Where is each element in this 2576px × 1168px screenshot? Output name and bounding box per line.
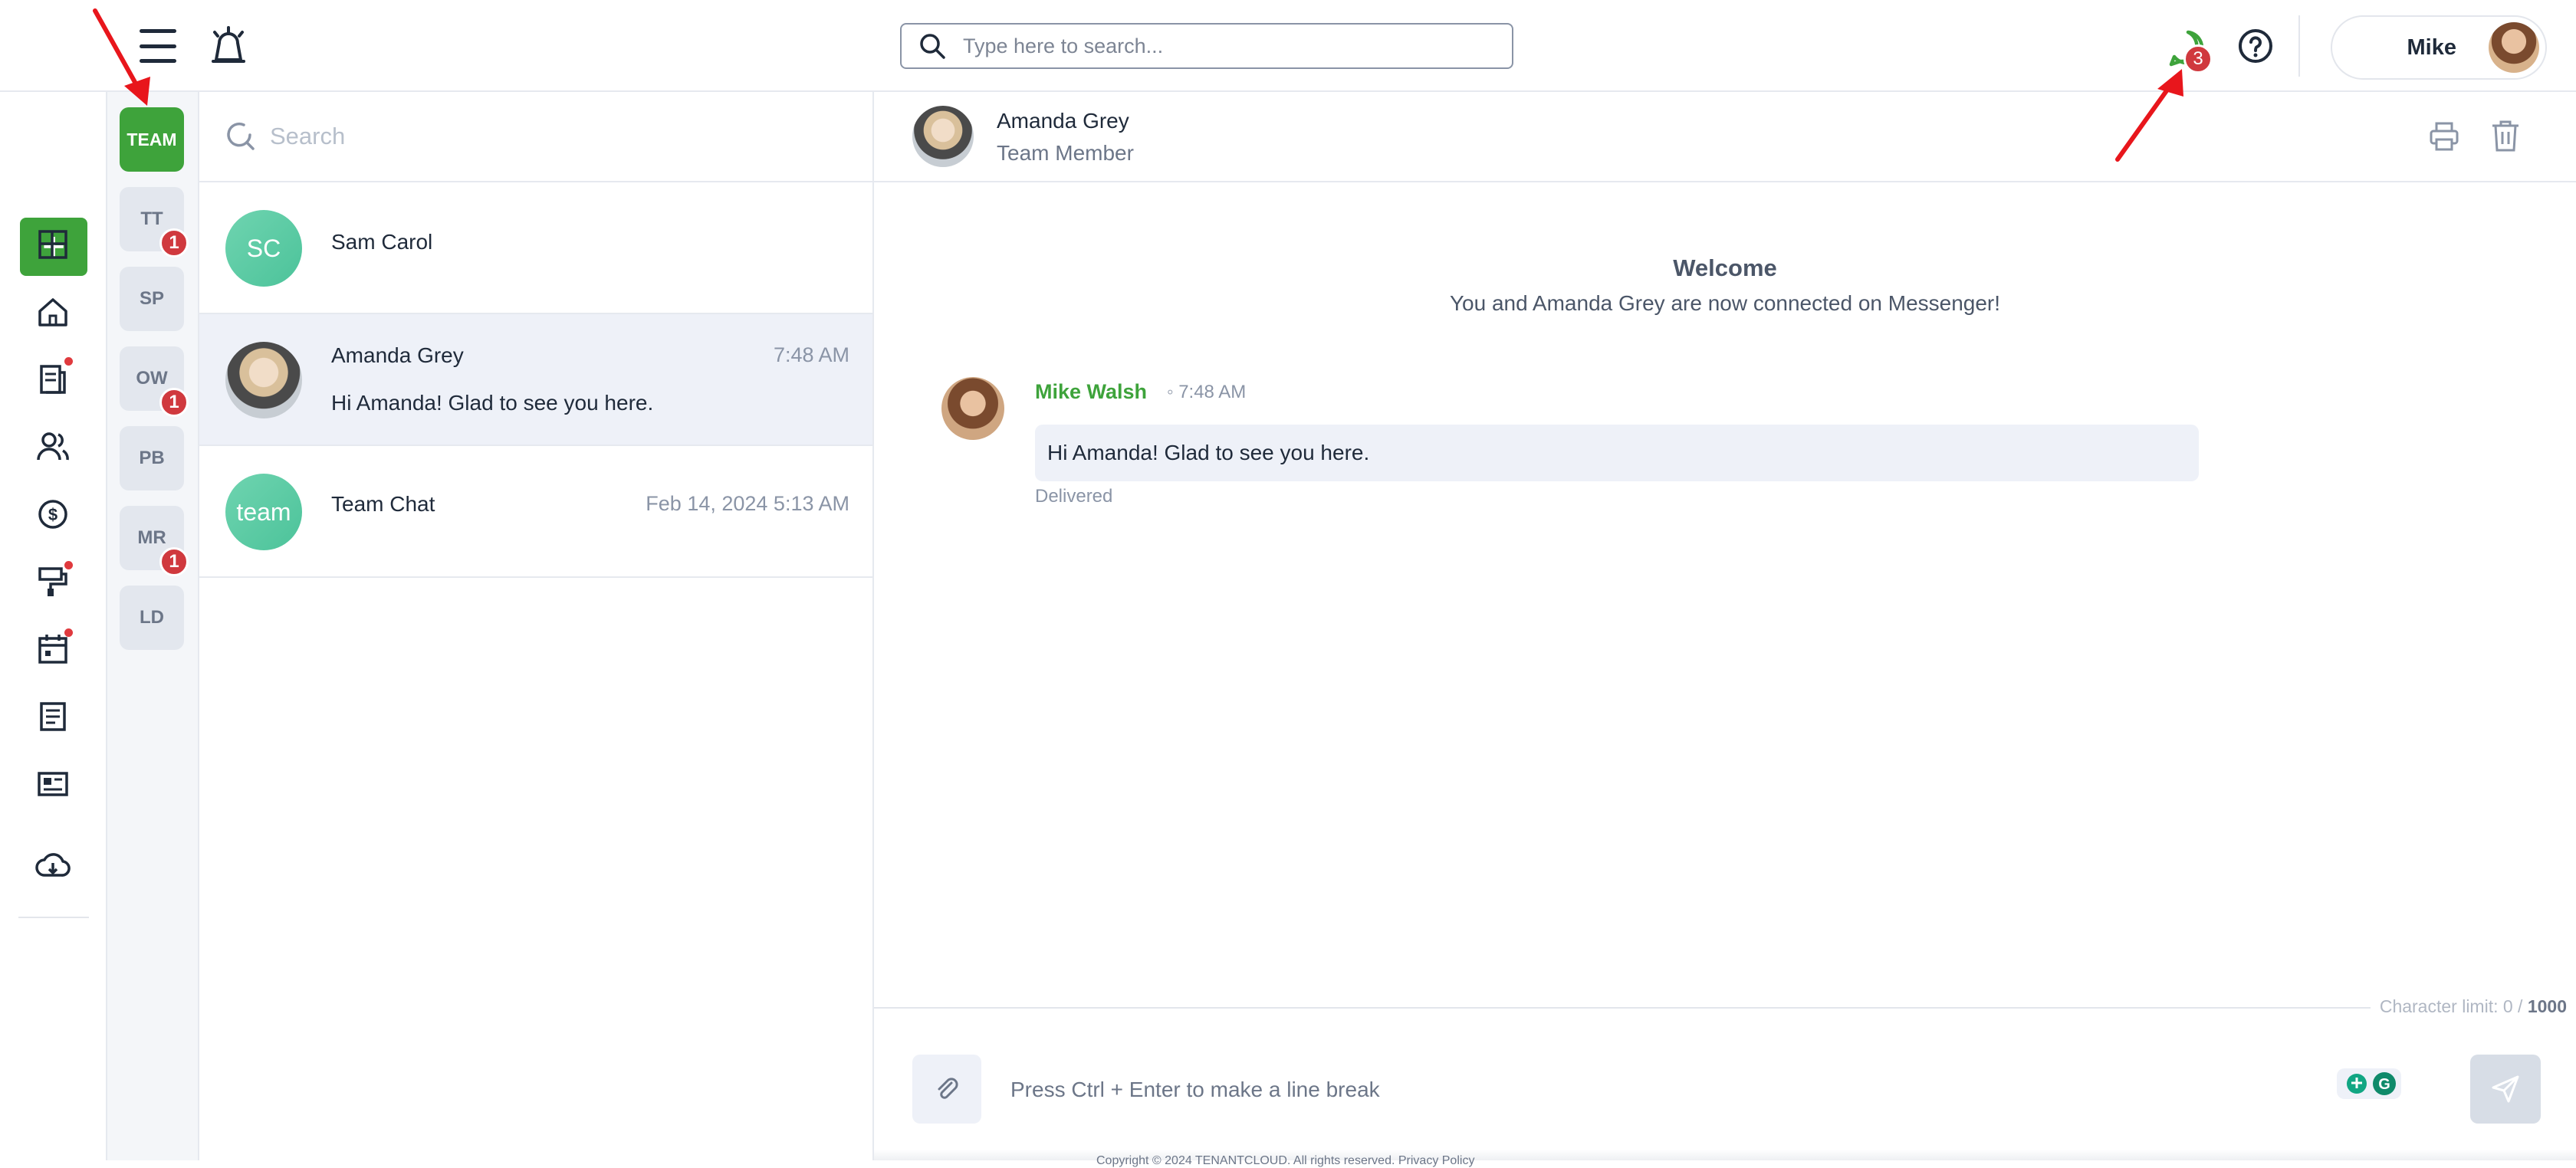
message-sender: Mike Walsh [1035, 380, 1148, 403]
team-chip-tt-badge: 1 [159, 228, 189, 258]
team-switcher-column: TEAM TT 1 SP OW 1 PB MR 1 LD [107, 92, 199, 1160]
documents-notification-dot [64, 357, 73, 366]
conversation-item-sam-carol[interactable]: SC Sam Carol [199, 182, 872, 314]
attach-file-button[interactable] [912, 1055, 981, 1124]
conversation-preview: Hi Amanda! Glad to see you here. [331, 391, 654, 415]
reports-icon[interactable] [35, 699, 71, 734]
people-icon[interactable] [35, 429, 71, 464]
svg-text:$: $ [48, 505, 58, 524]
listings-icon[interactable] [35, 766, 71, 802]
global-search-input[interactable] [963, 34, 1484, 58]
menu-toggle-icon[interactable] [140, 29, 176, 63]
welcome-title: Welcome [1673, 254, 1777, 281]
maintenance-notification-dot [64, 561, 73, 569]
composer-divider [874, 1007, 2576, 1009]
svg-text:G: G [2378, 1076, 2390, 1093]
conversation-search-input[interactable] [270, 123, 853, 150]
user-avatar [2489, 22, 2539, 73]
user-name: Mike [2407, 34, 2456, 60]
calendar-icon[interactable] [35, 632, 71, 667]
team-chip-ow-badge: 1 [159, 388, 189, 417]
global-search[interactable] [900, 23, 1513, 69]
avatar: SC [225, 210, 302, 287]
conversation-name: Team Chat [331, 492, 435, 516]
documents-icon[interactable] [35, 362, 71, 397]
paperclip-icon [938, 1078, 958, 1099]
welcome-text: You and Amanda Grey are now connected on… [1449, 291, 2001, 315]
message-time: ◦ 7:48 AM [1167, 382, 1247, 402]
conversation-item-amanda-grey[interactable]: Amanda Grey 7:48 AM Hi Amanda! Glad to s… [199, 314, 872, 446]
message-time-value: 7:48 AM [1178, 382, 1247, 402]
home-icon[interactable] [35, 294, 71, 330]
team-chip-pb[interactable]: PB [120, 426, 184, 490]
rail-separator [18, 917, 89, 918]
avatar: team [225, 474, 302, 550]
send-icon [2492, 1075, 2519, 1103]
message-input[interactable] [1010, 1070, 2314, 1110]
avatar [225, 342, 302, 418]
delete-icon[interactable] [2489, 118, 2522, 153]
calendar-notification-dot [64, 628, 73, 637]
team-chip-mr-badge: 1 [159, 547, 189, 576]
conversation-time: Feb 14, 2024 5:13 AM [646, 492, 849, 515]
print-icon[interactable] [2427, 120, 2461, 153]
character-limit-label: Character limit: 0 / [2379, 996, 2528, 1016]
message-bubble: Hi Amanda! Glad to see you here. [1035, 425, 2199, 481]
search-icon [227, 122, 255, 150]
conversation-name: Amanda Grey [331, 343, 464, 367]
top-header: 3 Mike [0, 0, 2576, 92]
search-icon [920, 34, 945, 59]
grammar-extension-icon[interactable]: G [2335, 1065, 2403, 1102]
alarm-bell-icon[interactable] [209, 26, 248, 66]
maintenance-icon[interactable] [35, 564, 71, 599]
contact-role: Team Member [997, 141, 1134, 165]
user-menu-button[interactable]: Mike [2331, 15, 2547, 80]
footer-copyright: Copyright © 2024 TENANTCLOUD. All rights… [1096, 1154, 1475, 1167]
conversation-list: SC Sam Carol Amanda Grey 7:48 AM Hi Aman… [199, 92, 874, 1160]
team-chip-team[interactable]: TEAM [120, 107, 184, 172]
conversation-name: Sam Carol [331, 230, 433, 254]
chat-pane: Amanda Grey Team Member Welcome You and … [874, 92, 2576, 1160]
messenger-unread-badge: 3 [2183, 44, 2213, 74]
conversation-item-team-chat[interactable]: team Team Chat Feb 14, 2024 5:13 AM [199, 446, 872, 578]
header-divider [2298, 15, 2300, 77]
sender-avatar [941, 377, 1004, 440]
character-limit: Character limit: 0 / 1000 [2370, 996, 2576, 1017]
payments-icon[interactable]: $ [35, 497, 71, 532]
left-navigation-rail: + $ [0, 92, 107, 1160]
conversation-time: 7:48 AM [773, 343, 849, 366]
cloud-download-icon[interactable] [35, 849, 71, 884]
help-icon[interactable] [2237, 28, 2274, 64]
send-button[interactable] [2470, 1055, 2541, 1124]
contact-avatar [912, 106, 974, 167]
chat-header: Amanda Grey Team Member [874, 92, 2576, 182]
team-chip-ld[interactable]: LD [120, 586, 184, 650]
message-status: Delivered [1035, 486, 1113, 507]
contact-name: Amanda Grey [997, 109, 1129, 133]
conversation-search[interactable] [199, 92, 872, 182]
dashboard-icon[interactable] [35, 227, 71, 262]
team-chip-sp[interactable]: SP [120, 267, 184, 331]
character-limit-max: 1000 [2527, 996, 2567, 1016]
